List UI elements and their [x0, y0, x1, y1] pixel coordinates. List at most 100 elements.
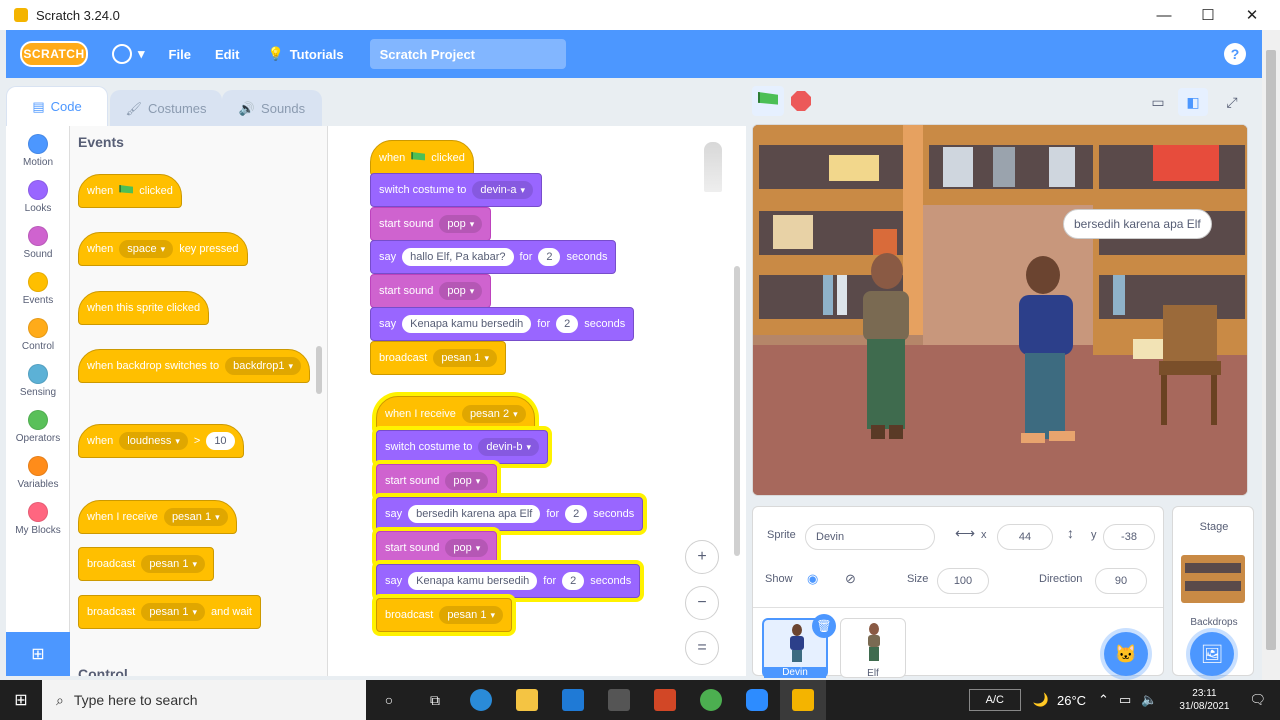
show-eye-icon[interactable]: ◉	[807, 571, 818, 587]
choose-sprite-button[interactable]: 🐱	[1104, 632, 1148, 676]
cortana-icon[interactable]: ○	[366, 680, 412, 720]
edge-icon[interactable]	[458, 680, 504, 720]
sound-dropdown[interactable]: pop	[445, 472, 489, 490]
direction-input[interactable]: 90	[1095, 568, 1147, 594]
palette-when-loudness-block[interactable]: when loudness > 10	[78, 424, 244, 458]
message-dropdown[interactable]: pesan 1	[433, 349, 497, 367]
category-operators[interactable]: Operators	[6, 410, 70, 444]
palette-when-sprite-clicked-block[interactable]: when this sprite clicked	[78, 291, 210, 325]
small-stage-button[interactable]: ▭	[1143, 88, 1173, 116]
taskbar-search[interactable]: ⌕ Type here to search	[42, 680, 366, 720]
costume-dropdown[interactable]: devin-a	[472, 181, 534, 199]
windows-start-icon[interactable]: ⊞	[0, 680, 42, 720]
notification-icon[interactable]: 🗨	[1249, 692, 1266, 708]
when-flag-clicked-block[interactable]: when clicked	[370, 140, 474, 176]
sound-dropdown[interactable]: pop	[439, 282, 483, 300]
start-sound-block[interactable]: start sound pop	[370, 274, 492, 308]
zoom-icon[interactable]	[734, 680, 780, 720]
scrollbar-thumb[interactable]	[1266, 50, 1276, 650]
stage-canvas[interactable]: bersedih karena apa Elf	[752, 124, 1248, 496]
message-input[interactable]: hallo Elf, Pa kabar?	[402, 248, 514, 266]
choose-backdrop-button[interactable]: 🖼	[1190, 632, 1234, 676]
y-input[interactable]: -38	[1103, 524, 1155, 550]
palette-when-receive-block[interactable]: when I receive pesan 1	[78, 500, 237, 534]
category-looks[interactable]: Looks	[6, 180, 70, 214]
category-control[interactable]: Control	[6, 318, 70, 352]
help-icon[interactable]: ?	[1224, 43, 1246, 65]
say-for-block[interactable]: say hallo Elf, Pa kabar? for 2 seconds	[370, 240, 617, 274]
category-variables[interactable]: Variables	[6, 456, 70, 490]
costume-dropdown[interactable]: devin-b	[478, 438, 540, 456]
category-my-blocks[interactable]: My Blocks	[6, 502, 70, 536]
palette-when-flag-block[interactable]: when clicked	[78, 174, 182, 208]
battery-icon[interactable]: ▭	[1119, 692, 1131, 708]
scratch-taskbar-icon[interactable]	[780, 680, 826, 720]
tab-code[interactable]: ▤ Code	[6, 86, 108, 126]
category-events[interactable]: Events	[6, 272, 70, 306]
tray-up-icon[interactable]: ⌃	[1098, 692, 1109, 708]
backdrop-dropdown[interactable]: backdrop1	[225, 357, 301, 375]
palette-broadcast-block[interactable]: broadcast pesan 1	[78, 547, 214, 581]
file-explorer-icon[interactable]	[504, 680, 550, 720]
hide-eye-icon[interactable]: ⊘	[845, 571, 856, 587]
fullscreen-button[interactable]: ⤢	[1217, 88, 1247, 116]
sprite-tile-elf[interactable]: Elf	[840, 618, 906, 679]
message-input[interactable]: Kenapa kamu bersedih	[402, 315, 532, 333]
key-dropdown[interactable]: space	[119, 240, 174, 258]
delete-sprite-button[interactable]: 🗑	[812, 614, 836, 638]
when-i-receive-block[interactable]: when I receive pesan 2	[376, 396, 535, 432]
seconds-input[interactable]: 2	[562, 572, 585, 590]
zoom-in-button[interactable]: +	[685, 540, 719, 574]
broadcast-block[interactable]: broadcast pesan 1	[376, 598, 512, 632]
seconds-input[interactable]: 2	[565, 505, 588, 523]
zoom-reset-button[interactable]: =	[685, 631, 719, 665]
edit-menu[interactable]: Edit	[215, 47, 240, 62]
task-view-icon[interactable]: ⧉	[412, 680, 458, 720]
message-dropdown[interactable]: pesan 1	[141, 603, 205, 621]
clock[interactable]: 23:11 31/08/2021	[1179, 687, 1229, 713]
code-area[interactable]: when clicked switch costume to devin-a s…	[328, 126, 746, 676]
message-input[interactable]: Kenapa kamu bersedih	[408, 572, 538, 590]
close-button[interactable]: ✕	[1230, 0, 1274, 30]
start-sound-block[interactable]: start sound pop	[370, 207, 492, 241]
language-menu[interactable]: ▾	[112, 44, 145, 64]
palette-when-backdrop-block[interactable]: when backdrop switches to backdrop1	[78, 349, 310, 383]
tutorials-menu[interactable]: 💡 Tutorials	[268, 46, 344, 62]
switch-costume-block[interactable]: switch costume to devin-b	[376, 430, 549, 464]
window-scrollbar[interactable]	[1262, 30, 1280, 680]
project-title-input[interactable]: Scratch Project	[369, 39, 566, 69]
zoom-out-button[interactable]: −	[685, 586, 719, 620]
mail-icon[interactable]	[550, 680, 596, 720]
broadcast-block[interactable]: broadcast pesan 1	[370, 341, 506, 375]
message-input[interactable]: bersedih karena apa Elf	[408, 505, 541, 523]
say-for-block[interactable]: say Kenapa kamu bersedih for 2 seconds	[370, 307, 635, 341]
x-input[interactable]: 44	[997, 524, 1053, 550]
tab-costumes[interactable]: 🖌 Costumes	[110, 90, 222, 126]
maximize-button[interactable]: ☐	[1186, 0, 1230, 30]
code-area-scrollbar[interactable]	[734, 266, 740, 556]
say-for-block[interactable]: say bersedih karena apa Elf for 2 second…	[376, 497, 644, 531]
store-icon[interactable]	[596, 680, 642, 720]
seconds-input[interactable]: 2	[538, 248, 561, 266]
message-dropdown[interactable]: pesan 1	[439, 606, 503, 624]
palette-broadcast-wait-block[interactable]: broadcast pesan 1 and wait	[78, 595, 261, 629]
start-sound-block[interactable]: start sound pop	[376, 464, 498, 498]
stop-button[interactable]	[791, 91, 811, 111]
ac-indicator[interactable]: A/C	[968, 689, 1021, 711]
category-motion[interactable]: Motion	[6, 134, 70, 168]
seconds-input[interactable]: 2	[556, 315, 579, 333]
file-menu[interactable]: File	[169, 47, 191, 62]
palette-when-key-block[interactable]: when space key pressed	[78, 232, 248, 266]
switch-costume-block[interactable]: switch costume to devin-a	[370, 173, 543, 207]
message-dropdown[interactable]: pesan 1	[163, 508, 228, 526]
start-sound-block[interactable]: start sound pop	[376, 531, 498, 565]
green-flag-button[interactable]	[752, 86, 784, 116]
message-dropdown[interactable]: pesan 1	[141, 555, 205, 573]
sensor-dropdown[interactable]: loudness	[119, 432, 188, 450]
sprite-name-input[interactable]: Devin	[805, 524, 935, 550]
scratch-logo[interactable]: SCRATCH	[20, 41, 88, 67]
say-for-block[interactable]: say Kenapa kamu bersedih for 2 seconds	[376, 564, 641, 598]
message-dropdown[interactable]: pesan 2	[461, 405, 526, 423]
add-extension-button[interactable]: ⊞	[6, 632, 70, 676]
size-input[interactable]: 100	[937, 568, 989, 594]
